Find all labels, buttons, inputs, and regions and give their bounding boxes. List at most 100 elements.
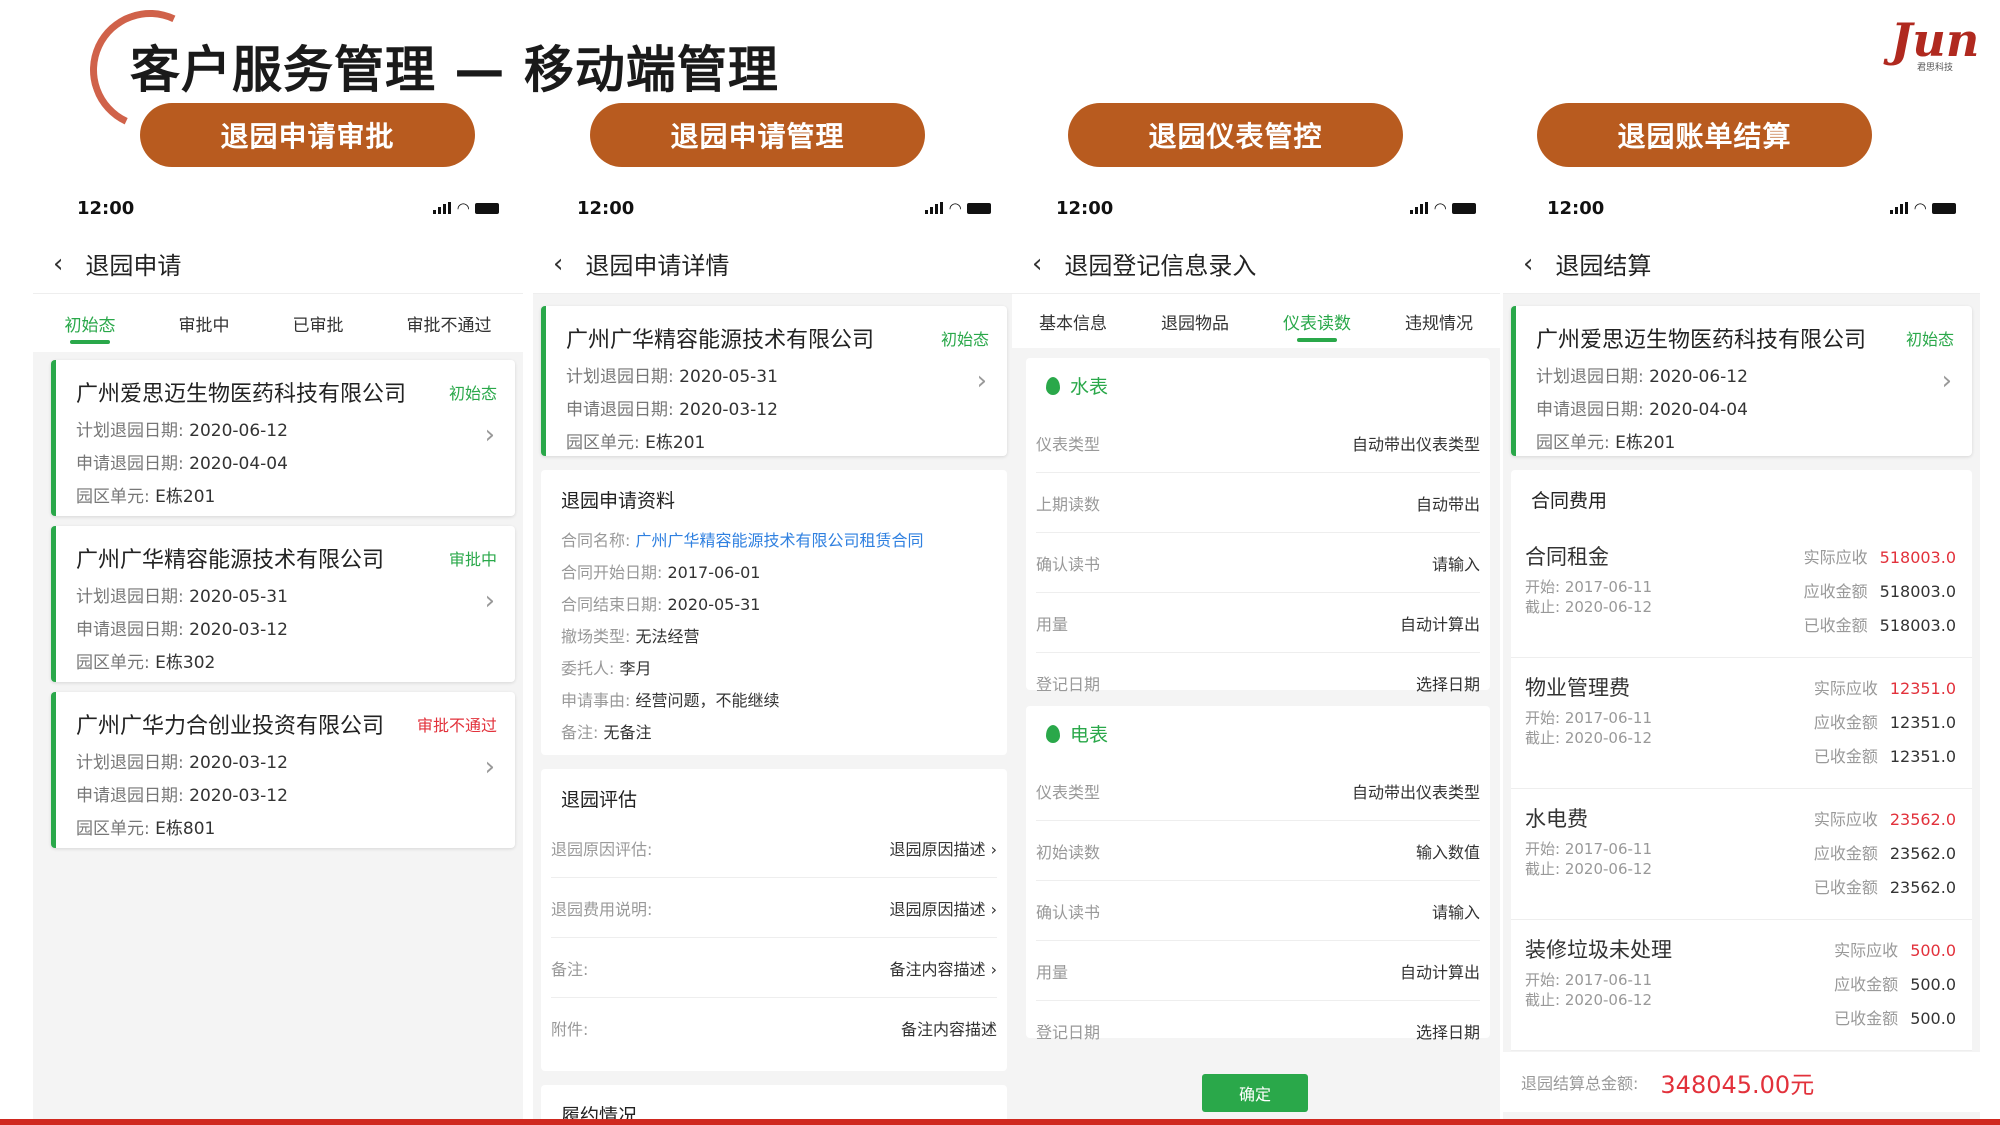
tab-initial[interactable]: 初始态 — [65, 294, 116, 352]
form-tabs: 基本信息 退园物品 仪表读数 违规情况 — [1012, 294, 1500, 348]
fee-start: 开始: 2017-06-11 — [1525, 840, 1653, 858]
phone-screen-detail: 12:00 ◠ ‹ 退园申请详情 广州广华精容能源技术有限公司 初始态 计划退园… — [533, 182, 1015, 1122]
form-row-confirm-reading[interactable]: 确认读书 请输入 — [1036, 533, 1480, 593]
received-row: 已收金额 23562.0 — [1813, 878, 1956, 897]
unit-row: 园区单元: E栋201 — [1536, 433, 1676, 453]
form-row-last-reading[interactable]: 上期读数 自动带出 — [1036, 473, 1480, 533]
eval-reason-row[interactable]: 退园原因评估: 退园原因描述 › — [551, 818, 997, 878]
chevron-right-icon: › — [484, 586, 495, 616]
phone-screen-settlement: 12:00 ◠ ‹ 退园结算 广州爱思迈生物医药科技有限公司 初始态 计划退园日… — [1503, 182, 1980, 1122]
application-card[interactable]: 广州广华精容能源技术有限公司 初始态 计划退园日期: 2020-05-31 申请… — [541, 306, 1007, 456]
form-row-date[interactable]: 登记日期 选择日期 — [1036, 1001, 1480, 1061]
form-row-date[interactable]: 登记日期 选择日期 — [1036, 653, 1480, 713]
section-title: 履约情况 — [561, 1105, 638, 1122]
status-bar: 12:00 ◠ — [33, 182, 523, 234]
signal-icon — [1410, 202, 1429, 214]
unit-row: 园区单元: E栋302 — [76, 653, 216, 673]
fee-amounts: 实际应收 500.0 应收金额 500.0 已收金额 500.0 — [1834, 934, 1956, 1036]
fee-info: 物业管理费 开始: 2017-06-11 截止: 2020-06-12 — [1525, 672, 1652, 774]
settlement-total: 退园结算总金额: 348045.00元 — [1503, 1052, 1980, 1112]
back-arrow-icon[interactable]: ‹ — [53, 249, 63, 279]
fee-name: 装修垃圾未处理 — [1525, 938, 1672, 962]
contract-end-row: 合同结束日期: 2020-05-31 — [561, 595, 761, 614]
tab-meter-readings[interactable]: 仪表读数 — [1283, 292, 1351, 350]
planned-date-row: 计划退园日期: 2020-03-12 — [76, 753, 288, 773]
apply-date-row: 申请退园日期: 2020-03-12 — [566, 400, 778, 420]
water-meter-group: 水表 仪表类型 自动带出仪表类型 上期读数 自动带出 确认读书 请输入 用量 自动计算出… — [1026, 358, 1490, 694]
form-row-confirm-reading[interactable]: 确认读书 请输入 — [1036, 881, 1480, 941]
received-row: 已收金额 518003.0 — [1803, 616, 1956, 635]
nav-bar: ‹ 退园登记信息录入 — [1012, 234, 1500, 294]
phone-screen-meter: 12:00 ◠ ‹ 退园登记信息录入 基本信息 退园物品 仪表读数 违规情况 水… — [1012, 182, 1500, 1122]
contract-fees-section: 合同费用 合同租金 开始: 2017-06-11 截止: 2020-06-12 实际应… — [1511, 470, 1972, 1051]
status-time: 12:00 — [1056, 197, 1114, 219]
planned-date-row: 计划退园日期: 2020-06-12 — [1536, 367, 1748, 387]
apply-date-row: 申请退园日期: 2020-04-04 — [76, 454, 288, 474]
planned-date-row: 计划退园日期: 2020-05-31 — [76, 587, 288, 607]
section-label-approval: 退园申请审批 — [140, 103, 475, 167]
unit-row: 园区单元: E栋201 — [76, 487, 216, 507]
logo-mark: Jun — [1890, 13, 1980, 67]
agent-row: 委托人: 李月 — [561, 659, 652, 678]
tab-exit-items[interactable]: 退园物品 — [1161, 292, 1229, 350]
phone-screen-approval: 12:00 ◠ ‹ 退园申请 初始态 审批中 已审批 审批不通过 广州爱思迈生物… — [33, 182, 523, 1122]
slide: 客户服务管理 — 移动端管理 Jun 君思科技 退园申请审批 退园申请管理 退园… — [0, 0, 2000, 1125]
eval-cost-row[interactable]: 退园费用说明: 退园原因描述 › — [551, 878, 997, 938]
status-badge: 初始态 — [940, 330, 989, 349]
back-arrow-icon[interactable]: ‹ — [553, 249, 563, 279]
eval-remark-row[interactable]: 备注: 备注内容描述 › — [551, 938, 997, 998]
battery-icon — [1932, 202, 1956, 214]
form-row-initial-reading[interactable]: 初始读数 输入数值 — [1036, 821, 1480, 881]
application-card[interactable]: 广州爱思迈生物医药科技有限公司 初始态 计划退园日期: 2020-06-12 申… — [51, 360, 515, 516]
fee-row: 合同租金 开始: 2017-06-11 截止: 2020-06-12 实际应收 5180… — [1511, 527, 1972, 658]
application-card[interactable]: 广州广华力合创业投资有限公司 审批不通过 计划退园日期: 2020-03-12 … — [51, 692, 515, 848]
battery-icon — [475, 202, 499, 214]
company-name: 广州广华精容能源技术有限公司 — [566, 328, 875, 353]
eval-attachment-row[interactable]: 附件: 备注内容描述 — [551, 998, 997, 1058]
tab-approved[interactable]: 已审批 — [293, 294, 344, 352]
form-row-usage[interactable]: 用量 自动计算出 — [1036, 593, 1480, 653]
fee-row: 水电费 开始: 2017-06-11 截止: 2020-06-12 实际应收 23562… — [1511, 789, 1972, 920]
unit-row: 园区单元: E栋801 — [76, 819, 216, 839]
tab-violations[interactable]: 违规情况 — [1405, 292, 1473, 350]
nav-bar: ‹ 退园申请详情 — [533, 234, 1015, 294]
tab-rejected[interactable]: 审批不通过 — [407, 294, 492, 352]
form-row-usage[interactable]: 用量 自动计算出 — [1036, 941, 1480, 1001]
unit-row: 园区单元: E栋201 — [566, 433, 706, 453]
nav-bar: ‹ 退园结算 — [1503, 234, 1980, 294]
evaluation-section: 退园评估 退园原因评估: 退园原因描述 › 退园费用说明: 退园原因描述 › 备注:… — [541, 769, 1007, 1071]
signal-icon — [925, 202, 944, 214]
application-card[interactable]: 广州广华精容能源技术有限公司 审批中 计划退园日期: 2020-05-31 申请… — [51, 526, 515, 682]
form-row-meter-type[interactable]: 仪表类型 自动带出仪表类型 — [1036, 761, 1480, 821]
fee-start: 开始: 2017-06-11 — [1525, 709, 1653, 727]
confirm-button[interactable]: 确定 — [1202, 1074, 1308, 1112]
status-badge: 审批中 — [448, 550, 497, 569]
section-title: 合同费用 — [1531, 490, 1608, 512]
nav-bar: ‹ 退园申请 — [33, 234, 523, 294]
status-time: 12:00 — [1547, 197, 1605, 219]
back-arrow-icon[interactable]: ‹ — [1032, 249, 1042, 279]
contract-link[interactable]: 广州广华精容能源技术有限公司租赁合同 — [636, 531, 924, 550]
contract-name-row: 合同名称: 广州广华精容能源技术有限公司租赁合同 — [561, 531, 924, 550]
signal-icon — [1890, 202, 1909, 214]
status-tabs: 初始态 审批中 已审批 审批不通过 — [33, 294, 523, 352]
company-name: 广州爱思迈生物医药科技有限公司 — [1536, 328, 1867, 353]
tab-in-approval[interactable]: 审批中 — [179, 294, 230, 352]
section-title: 退园评估 — [561, 789, 638, 811]
back-arrow-icon[interactable]: ‹ — [1523, 249, 1533, 279]
fee-end: 截止: 2020-06-12 — [1525, 598, 1653, 616]
form-row-meter-type[interactable]: 仪表类型 自动带出仪表类型 — [1036, 413, 1480, 473]
fee-end: 截止: 2020-06-12 — [1525, 860, 1653, 878]
status-bar: 12:00 ◠ — [533, 182, 1015, 234]
wifi-icon: ◠ — [1914, 199, 1926, 217]
status-time: 12:00 — [577, 197, 635, 219]
fee-name: 物业管理费 — [1525, 676, 1630, 700]
fee-row: 物业管理费 开始: 2017-06-11 截止: 2020-06-12 实际应收 123… — [1511, 658, 1972, 789]
application-card[interactable]: 广州爱思迈生物医药科技有限公司 初始态 计划退园日期: 2020-06-12 申… — [1511, 306, 1972, 456]
battery-icon — [1452, 202, 1476, 214]
water-drop-icon — [1046, 376, 1060, 395]
tab-basic-info[interactable]: 基本信息 — [1039, 292, 1107, 350]
nav-title: 退园申请 — [85, 252, 182, 280]
application-info-section: 退园申请资料 合同名称: 广州广华精容能源技术有限公司租赁合同 合同开始日期: … — [541, 470, 1007, 755]
actual-row: 实际应收 12351.0 — [1813, 679, 1956, 698]
